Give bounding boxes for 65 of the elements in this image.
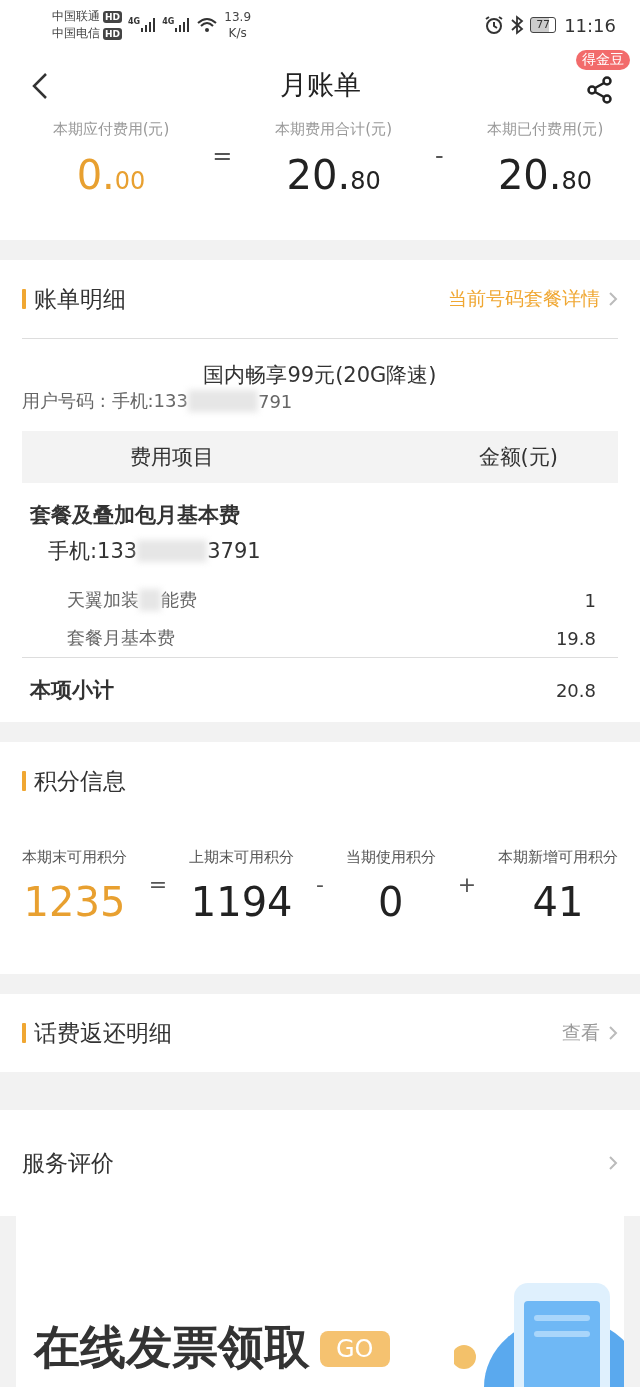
points-label: 本期末可用积分 [22,848,127,867]
section-title: 账单明细 [34,284,126,314]
operator-sign: - [316,872,324,899]
bluetooth-icon [510,15,525,35]
points-value: 1235 [23,879,126,925]
amount-label: 本期应付费用(元) [52,120,170,139]
group-title: 套餐及叠加包月基本费 [30,502,241,529]
points-label: 上期末可用积分 [189,848,295,867]
fee-amount: 1 [584,589,596,611]
operator-sign: - [435,142,444,170]
operator-sign: = [148,872,168,899]
carrier-name: 中国电信 [52,25,100,42]
clock-time: 11:16 [564,14,616,36]
subtotal-value: 20.8 [555,679,596,701]
subtotal-label: 本项小计 [30,677,114,704]
invoice-banner[interactable]: 在线发票领取 GO [16,1216,624,1387]
user-number-label: 用户号码 : 手机:133 [22,389,188,413]
hd-badge: HD [103,27,122,40]
phone-suffix: 3791 [207,539,261,563]
points-value: 1194 [190,879,293,925]
speed-value: 13.9 [224,9,251,25]
amount-value: 20.80 [497,151,593,200]
share-icon[interactable] [587,76,613,104]
points-label: 本期新增可用积分 [498,848,618,867]
section-title: 积分信息 [34,766,126,796]
phone-prefix: 手机:133 [48,538,138,565]
speed-unit: K/s [228,25,247,41]
amount-value: 20.80 [286,151,381,200]
chevron-icon[interactable] [608,1155,618,1171]
chevron-icon[interactable] [608,1025,618,1041]
operator-sign: + [457,872,477,899]
amount-label: 本期费用合计(元) [275,120,393,139]
plan-details-link[interactable]: 当前号码套餐详情 [448,286,600,312]
alarm-icon [484,15,505,35]
network-label: 4G [128,17,141,26]
wifi-icon [196,17,219,33]
amount-label: 本期已付费用(元) [486,120,604,139]
points-value: 41 [532,879,584,925]
fee-name-suffix: 能费 [161,588,197,612]
fee-name: 套餐月基本费 [67,626,175,650]
operator-sign: = [212,142,233,170]
chevron-icon[interactable] [608,291,618,307]
reward-badge[interactable]: 得金豆 [576,50,630,70]
section-title: 话费返还明细 [34,1018,172,1048]
amount-value: 0.00 [76,151,146,200]
points-value: 0 [378,879,404,925]
user-number-suffix: 791 [257,390,293,412]
fee-amount: 19.8 [555,627,596,649]
rating-row[interactable]: 服务评价 [0,1110,640,1216]
signal-icon [140,17,157,33]
go-button[interactable]: GO [320,1331,390,1367]
back-icon[interactable] [32,72,48,100]
banner-title: 在线发票领取 [34,1319,310,1376]
fee-name: 天翼加装 [67,588,139,612]
network-label: 4G [162,17,175,26]
view-link[interactable]: 查看 [562,1020,600,1046]
column-header: 费用项目 [129,444,215,471]
plan-name: 国内畅享99元(20G降速) [202,362,438,389]
points-label: 当期使用积分 [345,848,436,867]
signal-icon [174,17,191,33]
battery-icon: 77 [530,17,557,33]
hd-badge: HD [103,10,122,23]
column-header: 金额(元) [477,444,559,471]
carrier-name: 中国联通 [52,8,100,25]
page-title: 月账单 [279,68,361,102]
